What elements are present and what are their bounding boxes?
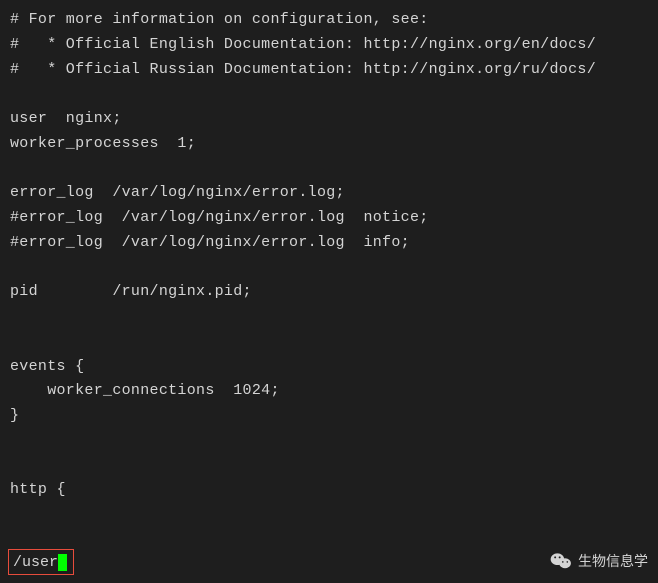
code-line: #error_log /var/log/nginx/error.log info… — [10, 234, 410, 251]
cursor-icon — [58, 554, 67, 571]
code-line: pid /run/nginx.pid; — [10, 283, 252, 300]
code-line: } — [10, 407, 19, 424]
search-query: user — [22, 554, 58, 571]
vim-search-box[interactable]: /user — [8, 549, 74, 575]
watermark-text: 生物信息学 — [578, 551, 648, 571]
wechat-icon — [550, 552, 572, 570]
code-line: worker_connections 1024; — [10, 382, 280, 399]
code-line: # * Official English Documentation: http… — [10, 36, 596, 53]
code-line: error_log /var/log/nginx/error.log; — [10, 184, 345, 201]
code-line: http { — [10, 481, 66, 498]
search-prefix: / — [13, 554, 22, 571]
code-editor[interactable]: # For more information on configuration,… — [10, 8, 648, 503]
code-line: user nginx; — [10, 110, 122, 127]
code-line: # * Official Russian Documentation: http… — [10, 61, 596, 78]
code-line: worker_processes 1; — [10, 135, 196, 152]
code-line: events { — [10, 358, 84, 375]
code-line: #error_log /var/log/nginx/error.log noti… — [10, 209, 429, 226]
code-line: # For more information on configuration,… — [10, 11, 429, 28]
watermark: 生物信息学 — [550, 551, 648, 571]
